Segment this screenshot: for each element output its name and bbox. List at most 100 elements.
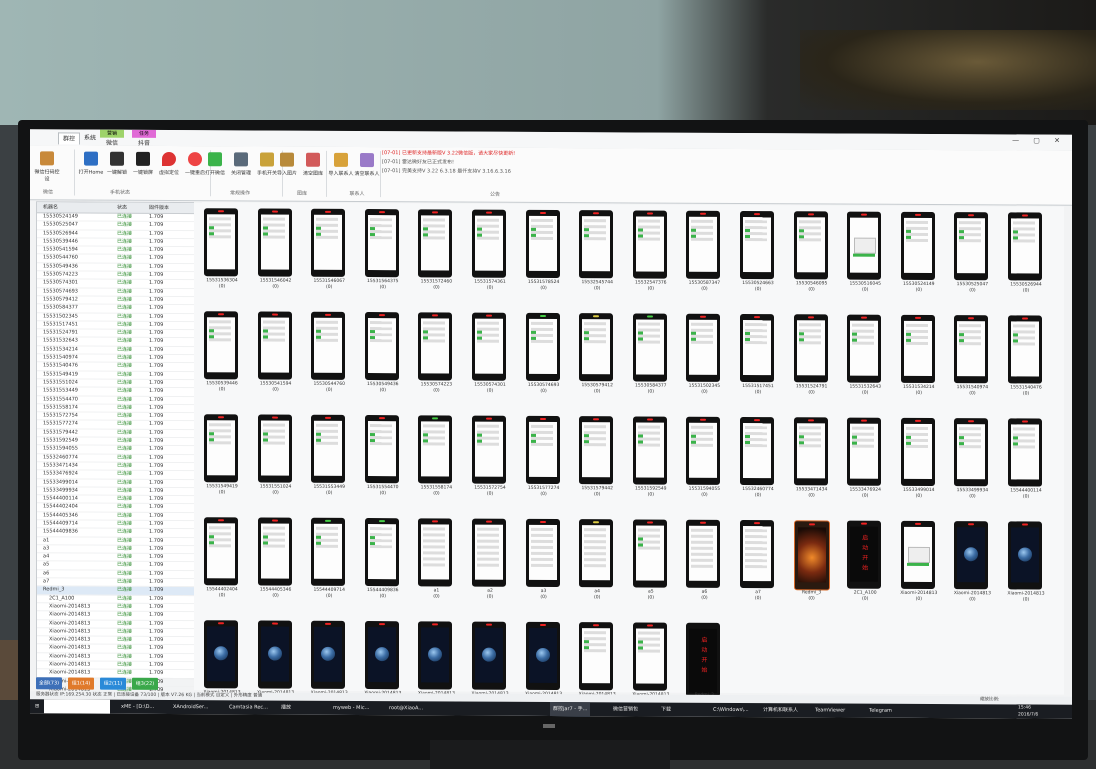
taskbar-item[interactable]: root@XiaoA...: [386, 701, 426, 715]
phone-tile[interactable]: 15531592549 (0): [629, 416, 669, 513]
phone-tile[interactable]: a7 (0): [736, 519, 776, 617]
phone-tile[interactable]: 15530574301 (0): [468, 312, 508, 410]
phone-screen[interactable]: [525, 209, 560, 279]
taskbar-item[interactable]: myweb - Mic...: [330, 701, 372, 715]
unlock-button[interactable]: 一键解锁: [104, 150, 130, 186]
phone-screen[interactable]: [793, 417, 828, 486]
phone-tile[interactable]: 15544400114 (0): [1004, 418, 1044, 515]
phone-screen[interactable]: [579, 519, 614, 588]
phone-tile[interactable]: a1 (0): [414, 518, 454, 615]
phone-screen[interactable]: [472, 312, 506, 381]
phone-screen[interactable]: [740, 519, 774, 589]
phone-screen[interactable]: 启动开始: [847, 520, 882, 589]
context-tab-task[interactable]: 任务: [132, 129, 156, 138]
phone-screen[interactable]: [900, 314, 935, 384]
phone-screen[interactable]: [740, 313, 774, 383]
filter-group2-button[interactable]: 组2(11): [100, 677, 126, 690]
phone-tile[interactable]: 15532460774 (0): [736, 416, 776, 514]
phone-screen[interactable]: [364, 312, 399, 381]
column-header-status[interactable]: 状态: [117, 203, 127, 213]
phone-tile[interactable]: 15533471434 (0): [790, 417, 830, 514]
phone-screen[interactable]: [418, 621, 453, 690]
phone-screen[interactable]: [632, 519, 667, 588]
tab-group-control[interactable]: 群控: [58, 132, 81, 145]
phone-tile[interactable]: 15530525047 (0): [950, 212, 990, 309]
import-images-button[interactable]: 导入图片: [274, 151, 300, 187]
phone-screen[interactable]: [900, 417, 935, 487]
phone-screen[interactable]: [204, 517, 238, 586]
phone-tile[interactable]: 15530539446 (0): [200, 311, 240, 408]
phone-screen[interactable]: [847, 314, 882, 383]
phone-tile[interactable]: Xiaomi-2014813(0): [897, 520, 937, 618]
phone-tile[interactable]: a6 (0): [682, 519, 722, 617]
phone-tile[interactable]: 15531549419 (0): [200, 414, 240, 511]
phone-screen[interactable]: [418, 518, 453, 587]
phone-screen[interactable]: [364, 621, 399, 690]
phone-tile[interactable]: 15531502345 (0): [682, 313, 722, 411]
phone-tile[interactable]: 15531579442 (0): [575, 416, 615, 513]
taskbar-item[interactable]: 群控jar7 - 手...: [550, 701, 591, 718]
taskbar-search[interactable]: [44, 699, 110, 714]
phone-screen[interactable]: [740, 210, 774, 280]
phone-screen[interactable]: [579, 622, 614, 691]
column-header-name[interactable]: 机器名: [43, 202, 58, 212]
phone-screen[interactable]: [1008, 315, 1042, 384]
phone-tile[interactable]: 15544409836 (0): [361, 518, 401, 615]
phone-screen[interactable]: [579, 416, 614, 485]
phone-tile[interactable]: 15530544760 (0): [307, 311, 347, 409]
phone-tile[interactable]: 15530549436 (0): [361, 312, 401, 409]
phone-screen[interactable]: [525, 518, 560, 588]
phone-tile[interactable]: 15532545744 (0): [575, 210, 615, 307]
phone-tile[interactable]: 15530524663 (0): [736, 210, 776, 308]
open-wechat-button[interactable]: 打开微信: [202, 150, 228, 186]
phone-screen[interactable]: [954, 315, 989, 384]
phone-tile[interactable]: 15531578524 (0): [522, 209, 562, 307]
phone-screen[interactable]: [686, 313, 721, 382]
taskbar-item[interactable]: Camtasia Rec...: [226, 700, 271, 714]
phone-tile[interactable]: 15531517451 (0): [736, 313, 776, 411]
phone-screen[interactable]: [472, 209, 506, 278]
phone-tile[interactable]: Xiaomi-2014813(0): [1004, 521, 1045, 618]
phone-tile[interactable]: 15533476924 (0): [843, 417, 883, 515]
phone-tile[interactable]: 15531572460 (0): [414, 209, 454, 306]
phone-tile[interactable]: 15544402404 (0): [200, 517, 240, 614]
phone-tile[interactable]: 15531574361 (0): [468, 209, 508, 307]
phone-screen[interactable]: [632, 313, 667, 382]
phone-screen[interactable]: [472, 621, 506, 690]
phone-screen[interactable]: [418, 312, 453, 381]
phone-tile[interactable]: 15530574693 (0): [522, 312, 562, 410]
phone-tile[interactable]: 15531534214 (0): [897, 314, 937, 412]
phone-screen[interactable]: [686, 416, 721, 485]
phone-screen[interactable]: [579, 313, 614, 382]
phone-tile[interactable]: 15531558174 (0): [414, 415, 454, 512]
phone-screen[interactable]: [954, 521, 989, 590]
phone-screen[interactable]: [257, 620, 292, 689]
phone-screen[interactable]: [257, 208, 292, 277]
phone-screen[interactable]: [525, 415, 560, 485]
phone-tile[interactable]: 15531524791 (0): [790, 314, 830, 411]
phone-tile[interactable]: 15531551024 (0): [254, 414, 294, 511]
phone-tile[interactable]: 15533499934 (0): [950, 418, 990, 515]
phone-tile[interactable]: Xiaomi-2014813(0): [950, 521, 991, 618]
phone-tile[interactable]: 15530587347 (0): [682, 210, 722, 308]
phone-tile[interactable]: 15530541594 (0): [254, 311, 294, 408]
phone-tile[interactable]: 15544409714 (0): [307, 517, 347, 615]
taskbar-item[interactable]: 下载: [658, 703, 674, 717]
phone-screen[interactable]: [686, 210, 721, 279]
phone-screen[interactable]: [525, 621, 560, 691]
taskbar-item[interactable]: Telegram: [866, 704, 895, 718]
phone-tile[interactable]: 15533499014 (0): [897, 417, 937, 515]
phone-screen[interactable]: [257, 517, 292, 586]
window-controls[interactable]: — ▢ ✕: [1012, 136, 1066, 144]
phone-screen[interactable]: [847, 211, 882, 280]
phone-tile[interactable]: 15531540974 (0): [950, 315, 990, 412]
phone-tile[interactable]: 15531546067 (0): [307, 208, 347, 306]
phone-tile[interactable]: 15531536304 (0): [200, 208, 240, 305]
open-home-button[interactable]: 打开Home: [78, 150, 104, 186]
phone-screen[interactable]: [525, 312, 560, 382]
taskbar-item[interactable]: xME - [D:\D...: [118, 700, 157, 714]
clear-contacts-button[interactable]: 清空联系人: [354, 151, 380, 187]
phone-tile[interactable]: 15531532643 (0): [843, 314, 883, 412]
context-tab-marketing[interactable]: 营销: [100, 129, 124, 138]
phone-tile[interactable]: 15530546095 (0): [790, 211, 830, 308]
